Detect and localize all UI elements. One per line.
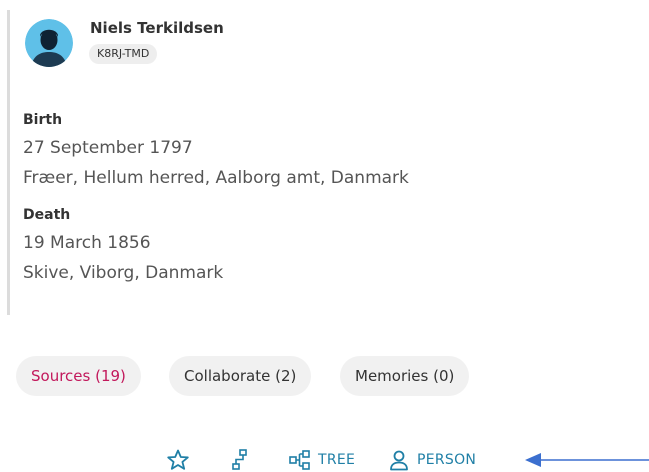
watch-star-button[interactable] <box>166 448 190 472</box>
relationship-icon <box>232 449 247 470</box>
death-label: Death <box>23 207 71 223</box>
person-icon <box>390 450 408 471</box>
tree-label: TREE <box>318 452 356 468</box>
relationship-button[interactable] <box>229 448 251 472</box>
person-id-badge: K8RJ-TMD <box>89 44 158 64</box>
star-icon <box>167 449 189 470</box>
person-button[interactable]: PERSON <box>388 448 476 472</box>
tree-icon <box>289 450 310 470</box>
birth-label: Birth <box>23 112 63 128</box>
birth-place: Fræer, Hellum herred, Aalborg amt, Danma… <box>23 168 409 188</box>
memories-button[interactable]: Memories (0) <box>340 356 470 396</box>
sources-button[interactable]: Sources (19) <box>16 356 141 396</box>
person-label: PERSON <box>417 452 477 468</box>
arrow-left-icon <box>525 453 649 467</box>
birth-date: 27 September 1797 <box>23 138 193 158</box>
person-name[interactable]: Niels Terkildsen <box>90 19 224 37</box>
person-silhouette-icon <box>25 19 73 67</box>
collaborate-button[interactable]: Collaborate (2) <box>169 356 312 396</box>
death-date: 19 March 1856 <box>23 233 151 253</box>
death-place: Skive, Viborg, Danmark <box>23 263 224 283</box>
tree-button[interactable]: TREE <box>289 448 355 472</box>
avatar <box>25 19 73 67</box>
